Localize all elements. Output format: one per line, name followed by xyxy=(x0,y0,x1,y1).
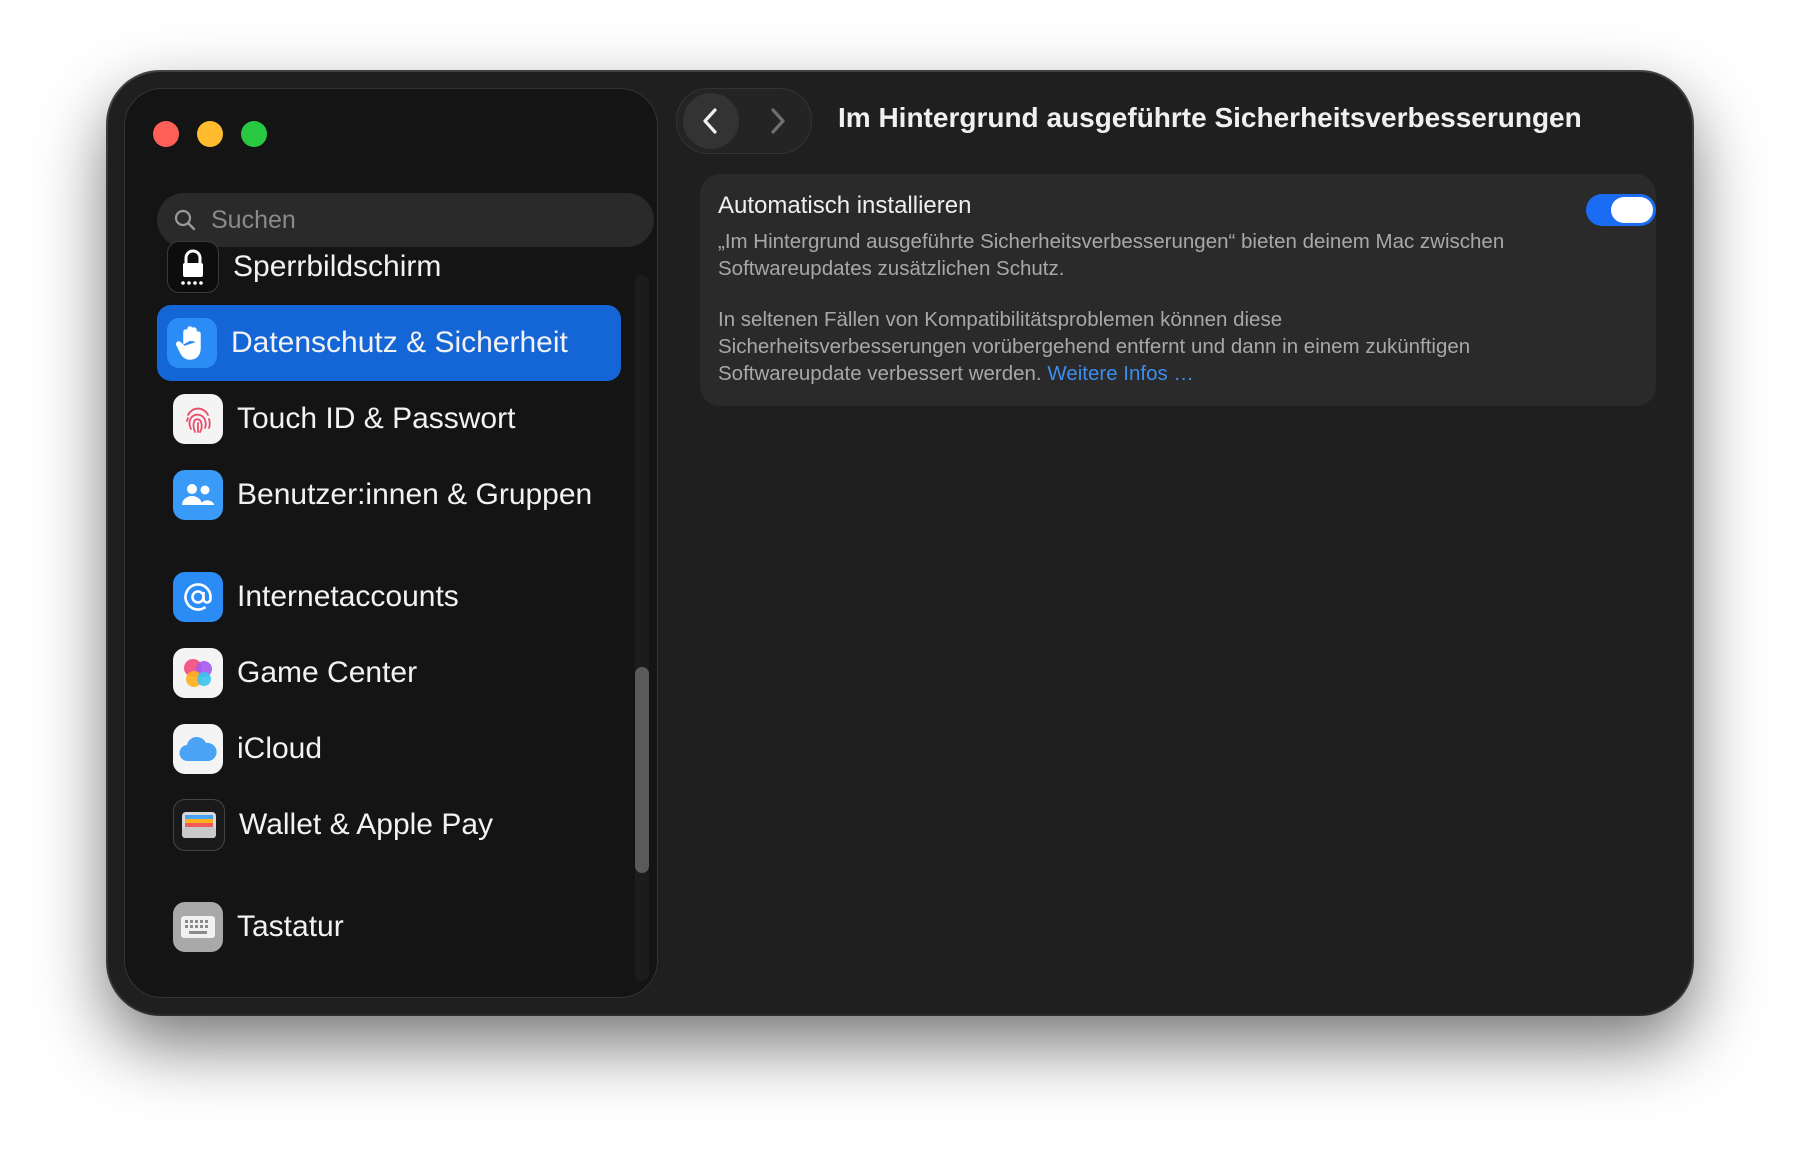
navigation-buttons xyxy=(676,88,812,154)
keyboard-icon xyxy=(173,902,223,952)
sidebar-item-touch-id[interactable]: Touch ID & Passwort xyxy=(157,381,621,457)
wallet-icon xyxy=(173,799,225,851)
sidebar: Sperrbildschirm Datenschutz & Sicherheit xyxy=(124,88,658,998)
toggle-knob xyxy=(1611,197,1653,223)
sidebar-item-privacy-security[interactable]: Datenschutz & Sicherheit xyxy=(157,305,621,381)
close-window-button[interactable] xyxy=(153,121,179,147)
sidebar-item-label: Game Center xyxy=(237,656,418,689)
sidebar-item-keyboard[interactable]: Tastatur xyxy=(157,889,621,965)
setting-title: Automatisch installieren xyxy=(718,192,972,219)
setting-description-detail: In seltenen Fällen von Kompatibilitätspr… xyxy=(718,306,1518,387)
sidebar-item-users-groups[interactable]: Benutzer:innen & Gruppen xyxy=(157,457,621,533)
at-icon xyxy=(173,572,223,622)
chevron-right-icon xyxy=(771,108,785,134)
settings-window: Sperrbildschirm Datenschutz & Sicherheit xyxy=(108,72,1692,1014)
zoom-window-button[interactable] xyxy=(241,121,267,147)
sidebar-item-lock-screen[interactable]: Sperrbildschirm xyxy=(157,229,621,305)
setting-card: Automatisch installieren „Im Hintergrund… xyxy=(700,174,1656,406)
scrollbar-track[interactable] xyxy=(635,275,649,981)
lock-icon xyxy=(167,241,219,293)
sidebar-item-label: Benutzer:innen & Gruppen xyxy=(237,478,593,511)
setting-description: „Im Hintergrund ausgeführte Sicherheitsv… xyxy=(718,230,1505,280)
sidebar-item-label: Internetaccounts xyxy=(237,580,459,613)
sidebar-item-icloud[interactable]: iCloud xyxy=(157,711,621,787)
auto-install-toggle[interactable] xyxy=(1586,194,1656,226)
sidebar-item-game-center[interactable]: Game Center xyxy=(157,635,621,711)
sidebar-item-label: iCloud xyxy=(237,732,323,765)
page-title: Im Hintergrund ausgeführte Sicherheitsve… xyxy=(838,102,1582,133)
back-button[interactable] xyxy=(683,93,739,149)
sidebar-item-label: Touch ID & Passwort xyxy=(237,402,516,435)
sidebar-item-label: Wallet & Apple Pay xyxy=(239,808,494,841)
sidebar-item-label: Sperrbildschirm xyxy=(233,250,442,283)
hand-icon xyxy=(167,318,217,368)
game-center-icon xyxy=(173,648,223,698)
minimize-window-button[interactable] xyxy=(197,121,223,147)
more-info-link[interactable]: Weitere Infos … xyxy=(1047,362,1194,385)
users-icon xyxy=(173,470,223,520)
sidebar-item-wallet[interactable]: Wallet & Apple Pay xyxy=(157,787,621,863)
forward-button[interactable] xyxy=(749,93,805,149)
sidebar-item-label: Datenschutz & Sicherheit xyxy=(231,326,568,359)
cloud-icon xyxy=(173,724,223,774)
scrollbar-thumb[interactable] xyxy=(635,667,649,873)
sidebar-item-internet-accounts[interactable]: Internetaccounts xyxy=(157,559,621,635)
chevron-left-icon xyxy=(703,108,717,134)
fingerprint-icon xyxy=(173,394,223,444)
sidebar-item-label: Tastatur xyxy=(237,910,344,943)
